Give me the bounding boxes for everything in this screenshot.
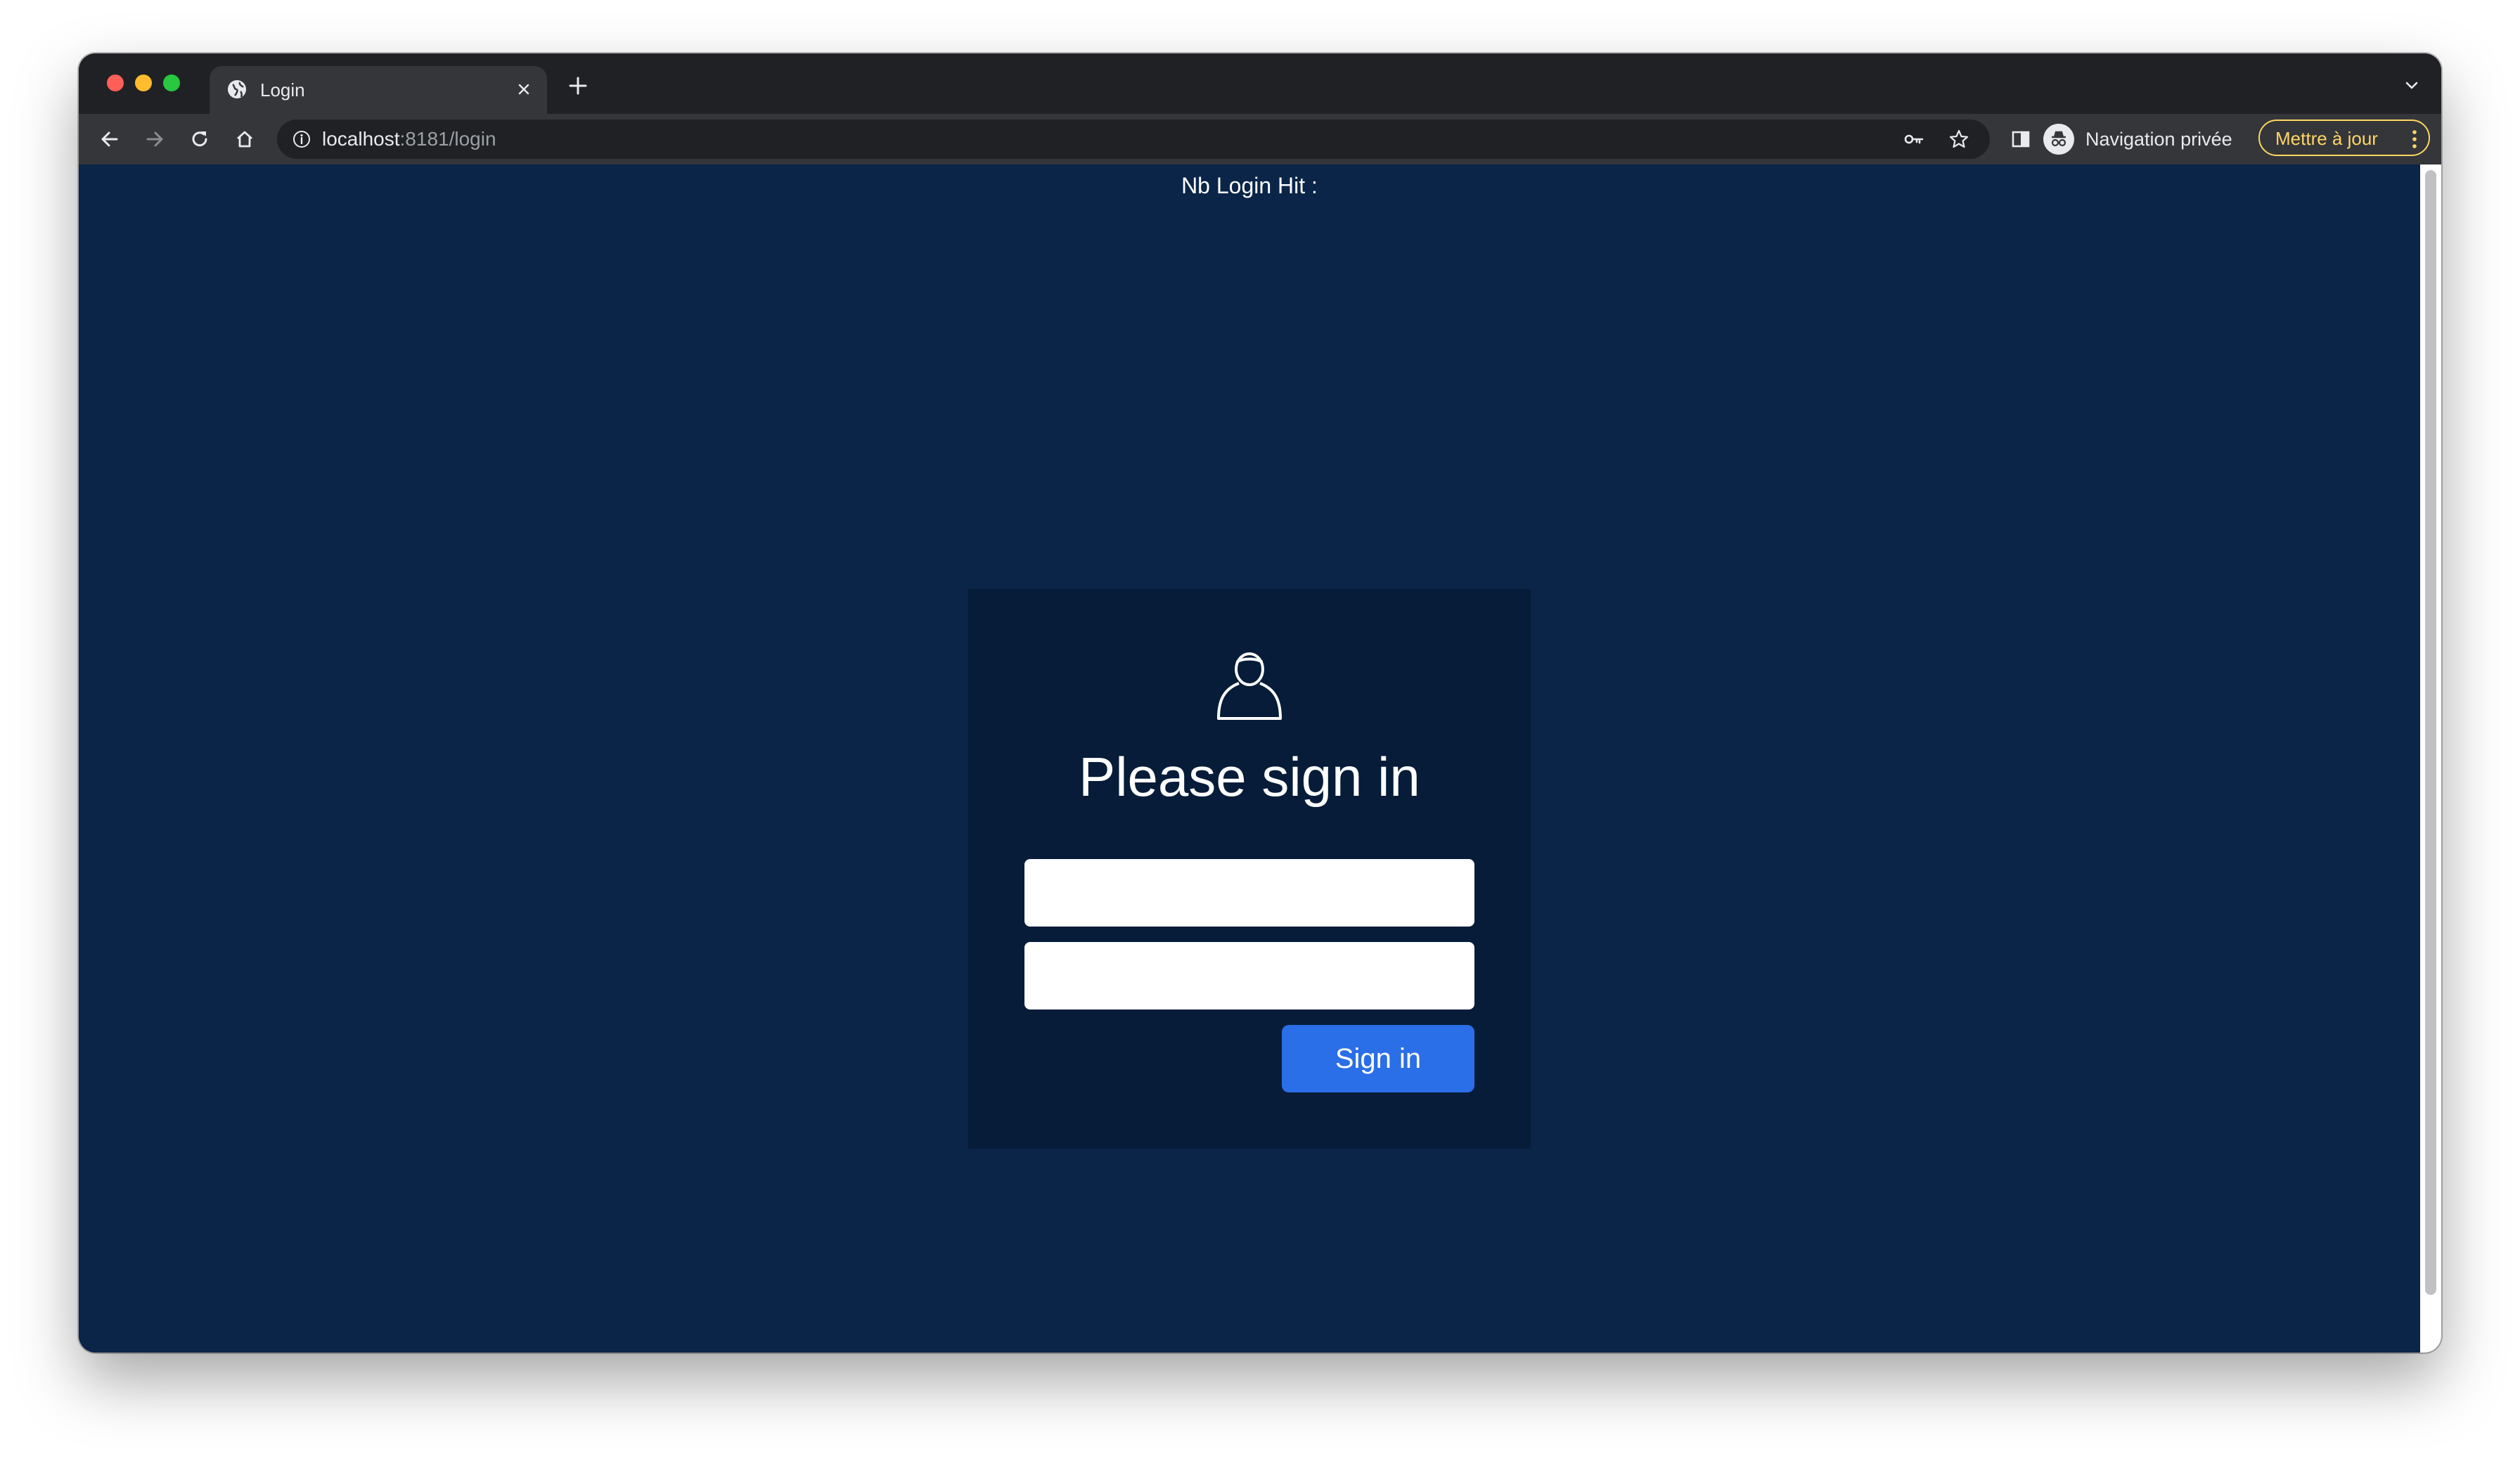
close-window-button[interactable] bbox=[107, 75, 124, 91]
url-host: localhost bbox=[322, 128, 400, 150]
sign-in-title: Please sign in bbox=[1079, 746, 1420, 808]
forward-icon[interactable] bbox=[142, 127, 167, 152]
page-viewport: Nb Login Hit : Please sign in Sign in bbox=[79, 164, 2420, 1353]
browser-toolbar: localhost:8181/login Navigation privée M… bbox=[79, 114, 2441, 164]
close-tab-icon[interactable] bbox=[513, 79, 534, 100]
minimize-window-button[interactable] bbox=[135, 75, 152, 91]
key-icon[interactable] bbox=[1903, 128, 1925, 150]
back-icon[interactable] bbox=[97, 127, 122, 152]
browser-window: Login localhost:8181/login Navigation pr… bbox=[79, 53, 2441, 1353]
password-input[interactable] bbox=[1024, 942, 1474, 1009]
update-button[interactable]: Mettre à jour bbox=[2258, 120, 2430, 156]
address-bar[interactable]: localhost:8181/login bbox=[277, 120, 1990, 159]
globe-icon bbox=[228, 80, 246, 98]
site-info-icon[interactable] bbox=[291, 129, 312, 150]
maximize-window-button[interactable] bbox=[163, 75, 180, 91]
url-path: :8181/login bbox=[399, 128, 496, 150]
login-card: Please sign in Sign in bbox=[968, 589, 1531, 1149]
update-button-label: Mettre à jour bbox=[2275, 128, 2378, 149]
incognito-icon bbox=[2043, 124, 2074, 155]
scrollbar-thumb[interactable] bbox=[2425, 170, 2436, 1295]
profile-label: Navigation privée bbox=[2085, 129, 2232, 150]
tab-title: Login bbox=[260, 79, 305, 101]
url-text: localhost:8181/login bbox=[322, 128, 496, 150]
new-tab-icon[interactable] bbox=[565, 73, 591, 98]
user-icon bbox=[1217, 652, 1282, 720]
username-input[interactable] bbox=[1024, 859, 1474, 927]
side-panel-icon[interactable] bbox=[2008, 127, 2033, 152]
more-options-icon[interactable] bbox=[2412, 129, 2417, 150]
tab-login[interactable]: Login bbox=[210, 66, 547, 114]
chevron-down-icon[interactable] bbox=[2402, 76, 2422, 96]
sign-in-button[interactable]: Sign in bbox=[1282, 1025, 1474, 1092]
home-icon[interactable] bbox=[232, 127, 257, 152]
bookmark-star-icon[interactable] bbox=[1948, 128, 1970, 150]
reload-icon[interactable] bbox=[187, 127, 212, 152]
vertical-scrollbar[interactable] bbox=[2420, 164, 2441, 1353]
login-hit-counter: Nb Login Hit : bbox=[1181, 173, 1318, 198]
tab-strip: Login bbox=[79, 53, 2441, 114]
